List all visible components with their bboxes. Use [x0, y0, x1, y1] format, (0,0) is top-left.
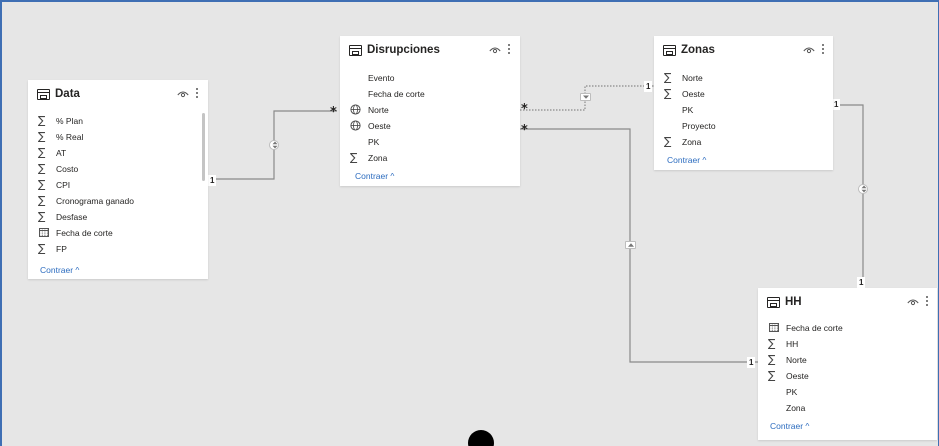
table-header[interactable]: Data: [28, 80, 208, 110]
field-row[interactable]: ∑ Cronograma ganado: [28, 193, 208, 209]
sigma-icon: ∑: [38, 194, 46, 207]
sigma-icon: ∑: [768, 337, 776, 350]
visibility-eye-icon[interactable]: [489, 46, 501, 54]
field-row[interactable]: Fecha de corte: [340, 86, 520, 102]
table-icon: [349, 45, 362, 56]
collapse-link[interactable]: Contraer ^: [40, 265, 79, 275]
field-row[interactable]: ∑ Zona: [340, 150, 520, 166]
bidirectional-filter-icon[interactable]: [269, 140, 279, 150]
field-row[interactable]: ∑ Norte: [758, 352, 937, 368]
field-row[interactable]: PK: [758, 384, 937, 400]
table-card-data[interactable]: Data ∑% Plan ∑% Real ∑ AT ∑ Costo ∑ CPI ∑ Cr…: [28, 80, 208, 279]
field-row[interactable]: PK: [654, 102, 833, 118]
cardinality-many-label: *: [521, 123, 528, 138]
cardinality-one-label: 1: [644, 81, 653, 92]
globe-icon: [350, 104, 361, 115]
table-card-hh[interactable]: HH Fecha de corte ∑ HH ∑ Norte ∑ Oeste PK Z…: [758, 288, 937, 440]
sigma-icon: ∑: [350, 151, 358, 164]
field-row[interactable]: ∑ Oeste: [654, 86, 833, 102]
table-title: Disrupciones: [367, 44, 440, 56]
visibility-eye-icon[interactable]: [907, 298, 919, 306]
sigma-icon: ∑: [38, 114, 46, 127]
table-header[interactable]: HH: [758, 288, 937, 318]
field-row[interactable]: ∑ Oeste: [758, 368, 937, 384]
cardinality-one-label: 1: [857, 277, 866, 288]
cardinality-one-label: 1: [747, 357, 756, 368]
table-header[interactable]: Disrupciones: [340, 36, 520, 66]
sigma-icon: ∑: [38, 242, 46, 255]
collapse-link[interactable]: Contraer ^: [770, 421, 809, 431]
table-card-zonas[interactable]: Zonas ∑ Norte ∑ Oeste PK Proyecto ∑ Zona Co…: [654, 36, 833, 170]
calendar-icon: [39, 228, 49, 237]
field-row[interactable]: Evento: [340, 70, 520, 86]
field-row[interactable]: ∑ CPI: [28, 177, 208, 193]
collapse-link[interactable]: Contraer ^: [355, 171, 394, 181]
table-icon: [37, 89, 50, 100]
field-row[interactable]: ∑ Zona: [654, 134, 833, 150]
more-options-icon[interactable]: [821, 44, 825, 56]
relationship-zonas-hh[interactable]: [833, 104, 864, 287]
field-row[interactable]: ∑ Costo: [28, 161, 208, 177]
field-row[interactable]: Norte: [340, 102, 520, 118]
table-card-disrupciones[interactable]: Disrupciones Evento Fecha de corte Norte…: [340, 36, 520, 186]
field-row[interactable]: Oeste: [340, 118, 520, 134]
sigma-icon: ∑: [38, 146, 46, 159]
visibility-eye-icon[interactable]: [177, 90, 189, 98]
table-title: Zonas: [681, 44, 715, 56]
sigma-icon: ∑: [38, 178, 46, 191]
field-row[interactable]: ∑ FP: [28, 241, 208, 257]
sigma-icon: ∑: [768, 369, 776, 382]
globe-icon: [350, 120, 361, 131]
field-row[interactable]: PK: [340, 134, 520, 150]
field-row[interactable]: Proyecto: [654, 118, 833, 134]
model-canvas[interactable]: 1 * * * 1 1 1 1 Data ∑% Plan ∑% Real ∑ AT…: [0, 0, 939, 446]
visibility-eye-icon[interactable]: [803, 46, 815, 54]
more-options-icon[interactable]: [925, 296, 929, 308]
field-row[interactable]: Fecha de corte: [758, 320, 937, 336]
cardinality-many-label: *: [330, 105, 337, 120]
field-row[interactable]: ∑ Norte: [654, 70, 833, 86]
sigma-icon: ∑: [664, 71, 672, 84]
table-icon: [767, 297, 780, 308]
field-row[interactable]: ∑ AT: [28, 145, 208, 161]
table-header[interactable]: Zonas: [654, 36, 833, 66]
sigma-icon: ∑: [38, 162, 46, 175]
cardinality-one-label: 1: [832, 99, 841, 110]
field-row[interactable]: ∑% Real: [28, 129, 208, 145]
more-options-icon[interactable]: [507, 44, 511, 56]
filter-direction-up-icon[interactable]: [625, 241, 636, 249]
field-row[interactable]: ∑ Desfase: [28, 209, 208, 225]
table-title: HH: [785, 296, 802, 308]
field-row[interactable]: ∑ HH: [758, 336, 937, 352]
more-options-icon[interactable]: [195, 88, 199, 100]
sigma-icon: ∑: [38, 210, 46, 223]
table-title: Data: [55, 88, 80, 100]
collapse-link[interactable]: Contraer ^: [667, 155, 706, 165]
sigma-icon: ∑: [768, 353, 776, 366]
sigma-icon: ∑: [38, 130, 46, 143]
sigma-icon: ∑: [664, 87, 672, 100]
calendar-icon: [769, 323, 779, 332]
cardinality-many-label: *: [521, 102, 528, 117]
filter-direction-down-icon[interactable]: [580, 93, 591, 101]
field-row[interactable]: ∑% Plan: [28, 113, 208, 129]
field-row[interactable]: Zona: [758, 400, 937, 416]
bidirectional-filter-icon[interactable]: [858, 184, 868, 194]
cardinality-one-label: 1: [208, 175, 217, 186]
field-row[interactable]: Fecha de corte: [28, 225, 208, 241]
table-icon: [663, 45, 676, 56]
sigma-icon: ∑: [664, 135, 672, 148]
